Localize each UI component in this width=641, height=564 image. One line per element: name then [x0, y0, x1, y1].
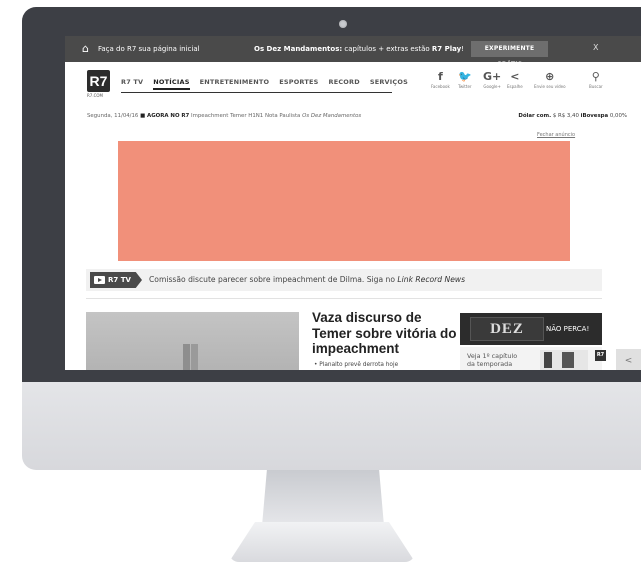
cast-thumb-2	[562, 352, 574, 368]
episode-text: Veja 1º capítulo da temporada	[467, 352, 518, 368]
upload-video[interactable]: ⊕ Envie seu vídeo	[534, 70, 566, 89]
carousel-prev-button[interactable]: <	[616, 349, 641, 370]
nav-item-record[interactable]: RECORD	[328, 78, 359, 90]
dez-cta: NÃO PERCA!	[546, 325, 590, 333]
r7-logo[interactable]: R7	[87, 70, 110, 92]
mini-r7-logo: R7	[595, 350, 606, 361]
nav-item-r7tv[interactable]: R7 TV	[121, 78, 143, 90]
ticker-text: Comissão discute parecer sobre impeachme…	[149, 275, 466, 284]
dez-mandamentos-banner[interactable]: DEZ NÃO PERCA!	[460, 313, 602, 345]
date-label: Segunda, 11/04/16	[87, 113, 139, 119]
cast-thumb-1	[544, 352, 552, 368]
monitor-mockup: ⌂ Faça do R7 sua página inicial Os Dez M…	[0, 0, 641, 564]
r7-logo-caption: R7.COM	[87, 93, 103, 98]
home-icon[interactable]: ⌂	[82, 43, 94, 54]
make-homepage-link[interactable]: Faça do R7 sua página inicial	[98, 45, 200, 53]
main-headline[interactable]: Vaza discurso de Temer sobre vitória do …	[312, 310, 457, 357]
agora-label: ■ AGORA NO R7	[140, 113, 190, 119]
section-divider	[86, 298, 602, 299]
nav-item-noticias[interactable]: NOTÍCIAS	[153, 78, 190, 90]
nav-underline	[121, 92, 392, 93]
hot-topics-links[interactable]: Impeachment Temer H1N1 Nota Paulista	[191, 113, 300, 119]
episode-promo[interactable]: Veja 1º capítulo da temporada R7	[460, 347, 606, 370]
congress-tower-right	[191, 344, 198, 370]
share-twitter[interactable]: 🐦 Twitter	[458, 70, 472, 89]
share-google-plus[interactable]: G+ Google+	[483, 70, 501, 89]
related-link[interactable]: • Planalto prevê derrota hoje	[314, 362, 398, 368]
nav-item-entretenimento[interactable]: ENTRETENIMENTO	[200, 78, 270, 90]
promo-bar: ⌂ Faça do R7 sua página inicial Os Dez M…	[65, 36, 641, 68]
close-ad-link[interactable]: Fechar anúncio	[537, 132, 575, 138]
main-nav: R7 TV NOTÍCIAS ENTRETENIMENTO ESPORTES R…	[121, 78, 408, 90]
twitter-icon: 🐦	[458, 70, 472, 83]
monitor-chin	[22, 382, 641, 470]
sub-bar: Segunda, 11/04/16 ■ AGORA NO R7 Impeachm…	[87, 113, 627, 119]
share-facebook[interactable]: f Facebook	[431, 70, 450, 89]
promo-message: Os Dez Mandamentos: capítulos + extras e…	[254, 45, 465, 53]
market-quotes: Dólar com. $ R$ 3,40 iBovespa 0,00%	[518, 113, 627, 119]
monitor-stand-base	[229, 522, 415, 562]
share-icon: <	[510, 70, 520, 83]
search-button[interactable]: ⚲ Buscar	[589, 70, 603, 89]
live-ticker[interactable]: R7 TV Comissão discute parecer sobre imp…	[86, 269, 602, 291]
nav-item-esportes[interactable]: ESPORTES	[279, 78, 318, 90]
headline-photo[interactable]	[86, 312, 299, 370]
share-espalhe[interactable]: < Espalhe	[507, 70, 523, 89]
search-icon: ⚲	[591, 70, 600, 83]
play-icon	[94, 276, 105, 284]
upload-icon: ⊕	[545, 70, 555, 83]
close-promo-button[interactable]: X	[593, 43, 598, 52]
nav-item-servicos[interactable]: SERVIÇOS	[370, 78, 408, 90]
screen: ⌂ Faça do R7 sua página inicial Os Dez M…	[65, 36, 641, 370]
webcam-dot	[339, 20, 347, 28]
google-plus-icon: G+	[483, 70, 502, 83]
monitor-stand-neck	[262, 470, 384, 526]
congress-tower-left	[183, 344, 190, 370]
facebook-icon: f	[438, 70, 443, 83]
try-free-button[interactable]: EXPERIMENTE GRÁTIS	[471, 41, 548, 68]
ad-banner[interactable]	[118, 141, 570, 261]
r7tv-tag: R7 TV	[90, 272, 142, 288]
topic-dez-mandamentos[interactable]: Os Dez Mandamentos	[302, 113, 361, 119]
dez-logo: DEZ	[470, 317, 544, 341]
